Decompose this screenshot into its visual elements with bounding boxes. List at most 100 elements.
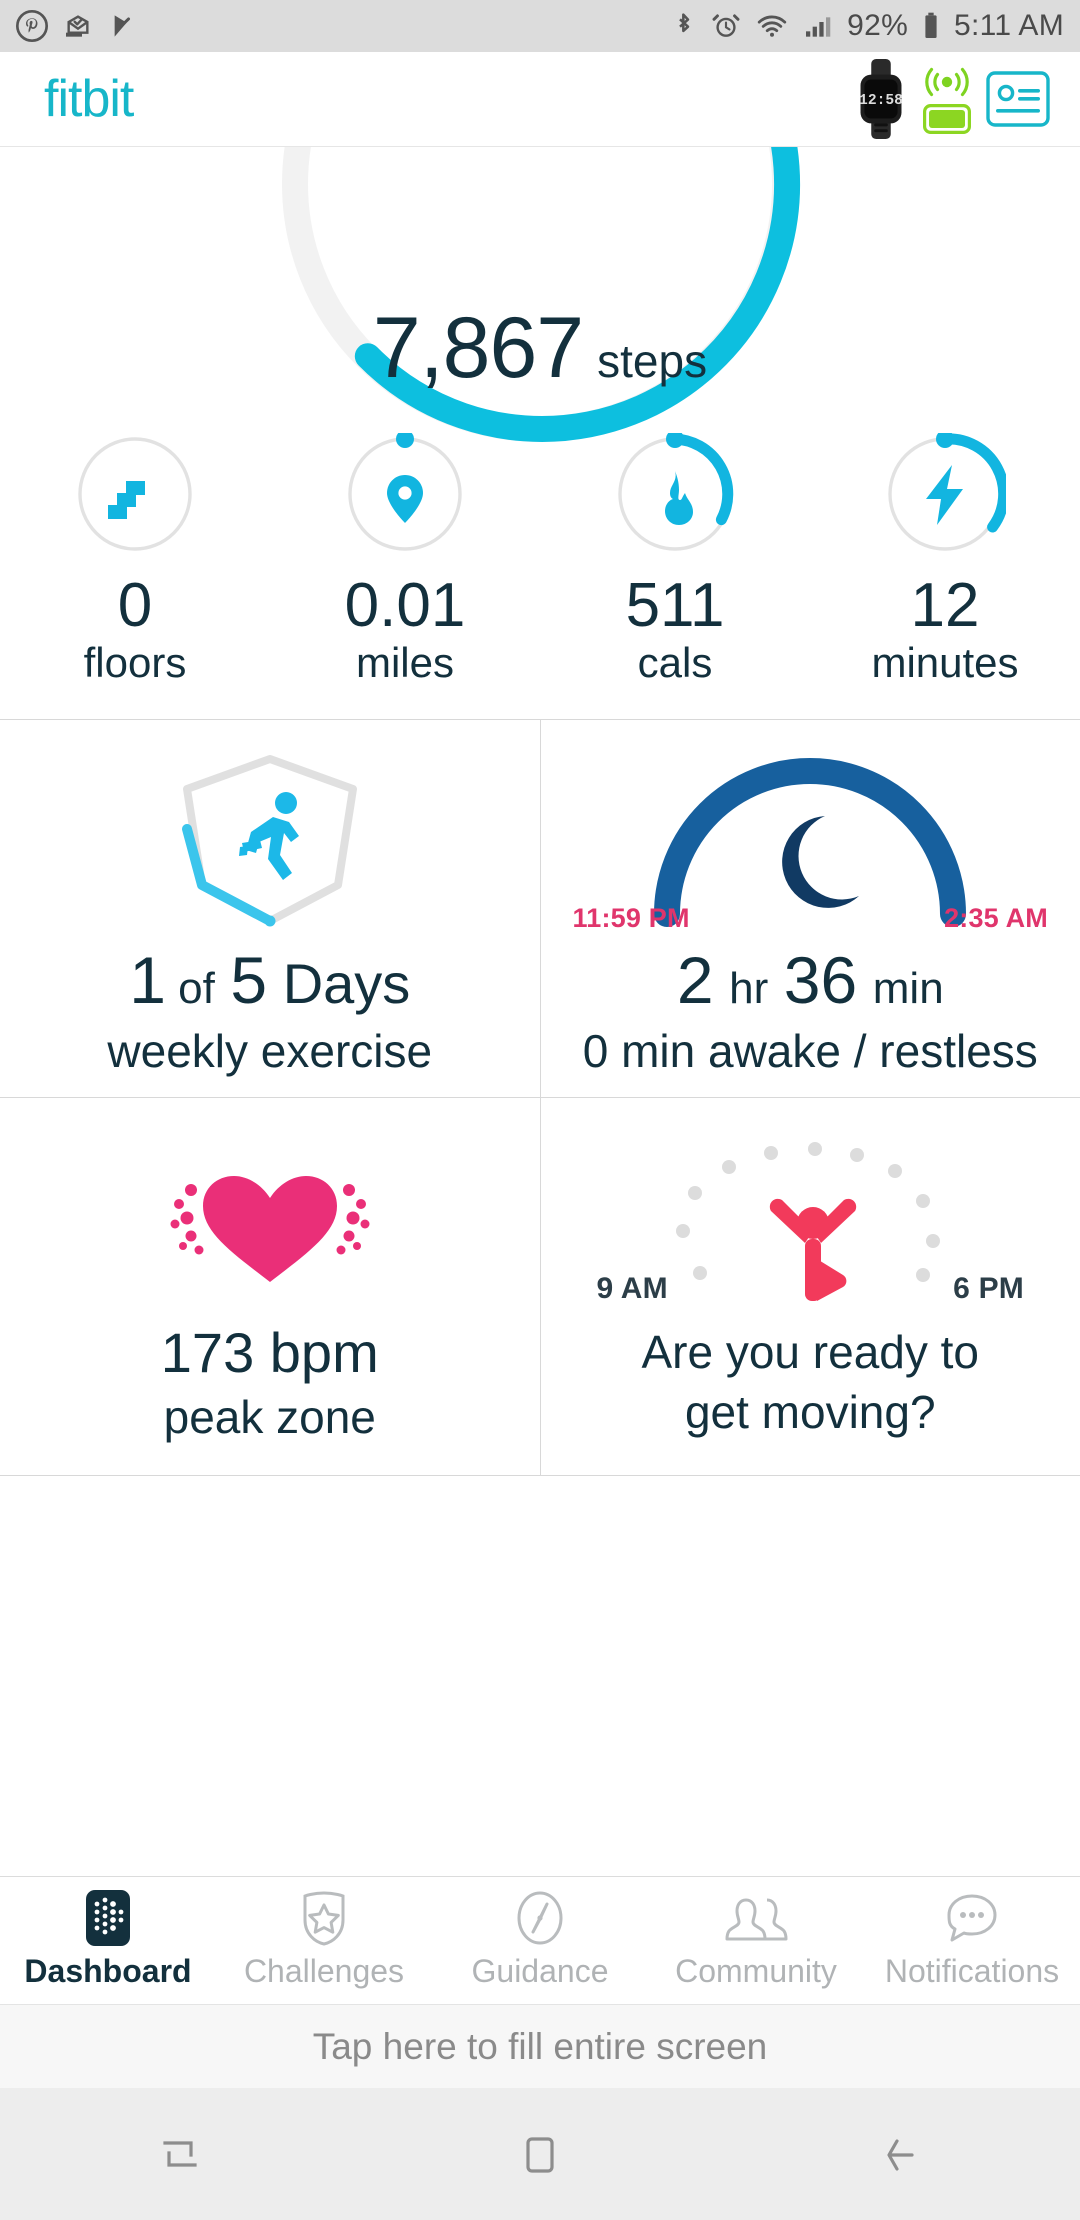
battery-percent-label: 92% — [847, 9, 909, 42]
sleep-art: 11:59 PM 2:35 AM — [541, 744, 1080, 942]
miles-dial — [344, 430, 466, 555]
mail-check-icon — [66, 15, 89, 37]
floors-label: floors — [83, 638, 187, 686]
stats-row: 0 floors 0.01 miles 511 cals 12 minutes — [0, 429, 1080, 719]
steps-tile[interactable]: 7,867 steps — [0, 147, 1080, 442]
nav-item-notifications[interactable]: Notifications — [864, 1887, 1080, 1990]
hourly-time-range: 9 AM 6 PM — [541, 1272, 1080, 1306]
play-check-icon — [114, 15, 130, 37]
exercise-days-done: 1 — [129, 943, 166, 1017]
hourly-activity-art: 9 AM 6 PM — [541, 1122, 1080, 1320]
steps-readout: 7,867 steps — [0, 305, 1080, 391]
compass-icon — [511, 1887, 569, 1949]
exercise-subtitle: weekly exercise — [107, 1024, 433, 1077]
floors-dial — [74, 433, 196, 555]
nav-item-dashboard[interactable]: Dashboard — [0, 1887, 216, 1990]
flame-icon — [665, 471, 693, 525]
app-header: fitbit 12:58 — [0, 52, 1080, 147]
hourly-end-time: 6 PM — [953, 1272, 1024, 1305]
sleep-hours-unit: hr — [729, 964, 769, 1013]
heart-rate-tile[interactable]: 173 bpm peak zone — [0, 1098, 540, 1475]
bluetooth-icon — [679, 13, 690, 33]
hourly-activity-tile[interactable]: 9 AM 6 PM Are you ready to get moving? — [539, 1098, 1080, 1475]
stat-floors[interactable]: 0 floors — [0, 433, 270, 719]
hourly-prompt-line1: Are you ready to — [641, 1326, 980, 1378]
exercise-days-word: Days — [282, 952, 411, 1015]
sleep-duration: 2 hr 36 min — [677, 942, 944, 1020]
exercise-days: 1 of 5 Days — [129, 942, 410, 1020]
dashboard-scroll-area[interactable]: 7,867 steps 0 floors 0.01 miles 511 cals… — [0, 147, 1080, 1876]
sleep-subtitle: 0 min awake / restless — [582, 1024, 1038, 1077]
header-actions: 12:58 — [854, 59, 1050, 139]
location-pin-icon — [387, 475, 423, 523]
system-navigation-bar — [0, 2088, 1080, 2220]
hourly-start-time: 9 AM — [596, 1272, 668, 1305]
exercise-progress-shield — [181, 755, 357, 927]
miles-label: miles — [355, 638, 454, 686]
tiles-row-1: 1 of 5 Days weekly exercise 11:59 PM 2:3… — [0, 720, 1080, 1098]
sleep-hours: 2 — [676, 943, 714, 1017]
stat-cals[interactable]: 511 cals — [540, 430, 810, 719]
home-button[interactable] — [360, 2125, 720, 2183]
back-button[interactable] — [720, 2125, 1080, 2183]
speech-bubble-icon — [941, 1887, 1003, 1949]
active-minutes-dial — [884, 430, 1010, 555]
status-bar-right-icons: 92% 5:11 AM — [671, 9, 1064, 43]
cals-label: cals — [637, 638, 713, 686]
crescent-moon-icon — [782, 816, 860, 908]
sync-icon[interactable] — [922, 65, 972, 99]
recents-icon — [163, 2141, 197, 2167]
steps-value: 7,867 — [372, 300, 584, 396]
exercise-days-goal: 5 — [230, 943, 268, 1017]
lightning-bolt-icon — [926, 465, 963, 525]
sleep-tile[interactable]: 11:59 PM 2:35 AM 2 hr 36 min 0 min awake… — [539, 720, 1080, 1097]
exercise-tile[interactable]: 1 of 5 Days weekly exercise — [0, 720, 540, 1097]
stairs-icon — [108, 481, 145, 519]
cals-value: 511 — [625, 571, 725, 640]
alarm-icon — [712, 14, 740, 37]
active-minutes-value: 12 — [910, 571, 980, 640]
stat-active-minutes[interactable]: 12 minutes — [810, 430, 1080, 719]
sync-battery-group — [922, 65, 972, 134]
exercise-art — [0, 744, 540, 942]
nav-item-challenges[interactable]: Challenges — [216, 1887, 432, 1990]
heart-icon — [170, 1176, 370, 1282]
tracker-icon[interactable]: 12:58 — [854, 59, 908, 139]
tracker-time-display: 12:58 — [859, 93, 903, 109]
nav-item-guidance[interactable]: Guidance — [432, 1887, 648, 1990]
pinterest-icon — [16, 10, 48, 42]
heart-rate-subtitle: peak zone — [163, 1391, 376, 1444]
stat-miles[interactable]: 0.01 miles — [270, 430, 540, 719]
status-bar: 92% 5:11 AM — [0, 0, 1080, 52]
heart-rate-value: 173 bpm — [160, 1321, 379, 1384]
tiles-grid: 1 of 5 Days weekly exercise 11:59 PM 2:3… — [0, 719, 1080, 1476]
miles-value: 0.01 — [344, 571, 466, 640]
nav-label-guidance: Guidance — [471, 1953, 609, 1989]
sleep-time-range: 11:59 PM 2:35 AM — [541, 903, 1080, 934]
cals-dial — [614, 430, 736, 555]
nav-item-community[interactable]: Community — [648, 1887, 864, 1990]
active-minutes-label: minutes — [871, 638, 1019, 686]
account-card-icon[interactable] — [986, 71, 1050, 127]
fitbit-logo: fitbit — [44, 70, 134, 128]
hourly-prompt-line2: get moving? — [684, 1386, 936, 1439]
bottom-navigation: Dashboard Challenges Guidance Community … — [0, 1876, 1080, 2004]
heart-rate-art — [0, 1122, 540, 1320]
recents-button[interactable] — [0, 2125, 360, 2183]
steps-unit: steps — [597, 335, 708, 387]
shield-star-icon — [295, 1887, 353, 1949]
fill-screen-bar[interactable]: Tap here to fill entire screen — [0, 2004, 1080, 2088]
wifi-icon — [757, 15, 787, 37]
phone-screen: 92% 5:11 AM fitbit 12:58 7,867 steps 0 f… — [0, 0, 1080, 2220]
battery-icon — [925, 12, 937, 38]
tracker-battery-icon — [923, 103, 971, 134]
sleep-start-time: 11:59 PM — [572, 903, 690, 933]
fitbit-dots-icon — [78, 1887, 138, 1949]
clock-label: 5:11 AM — [954, 9, 1064, 42]
nav-label-dashboard: Dashboard — [24, 1953, 192, 1989]
tiles-row-2: 173 bpm peak zone 9 AM 6 PM Are you read… — [0, 1098, 1080, 1476]
nav-label-challenges: Challenges — [243, 1953, 405, 1989]
cellular-signal-icon — [806, 17, 831, 37]
sleep-minutes: 36 — [783, 943, 858, 1017]
nav-label-community: Community — [675, 1953, 837, 1989]
